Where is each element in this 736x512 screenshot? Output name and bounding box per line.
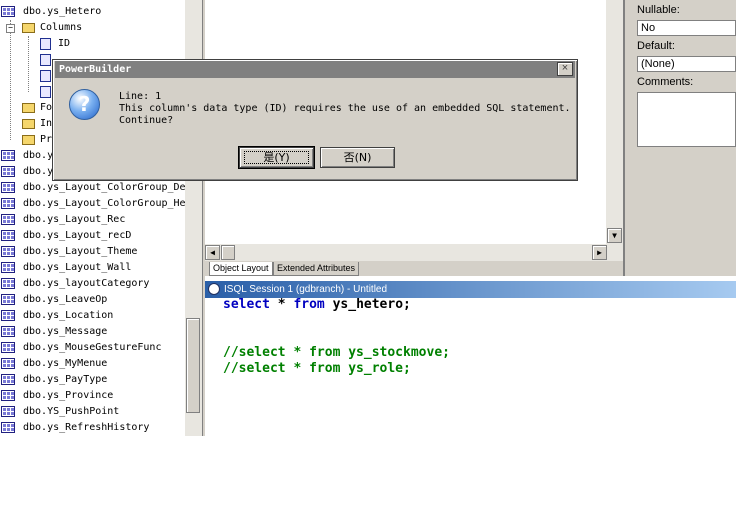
sql-keyword: select bbox=[223, 297, 270, 312]
table-icon bbox=[1, 358, 15, 369]
comments-label: Comments: bbox=[637, 76, 694, 88]
folder-icon bbox=[22, 23, 35, 33]
scroll-down-arrow-icon[interactable]: ▼ bbox=[607, 228, 622, 243]
layout-horizontal-scrollbar[interactable]: ◀ ▶ bbox=[205, 244, 623, 261]
default-select[interactable]: (None) bbox=[637, 56, 736, 72]
tree-item-label: Pr bbox=[40, 134, 53, 145]
nullable-select[interactable]: No bbox=[637, 20, 736, 36]
folder-icon bbox=[22, 119, 35, 129]
column-icon bbox=[40, 86, 51, 98]
tree-item-label: dbo.ys_Layout_ColorGroup_De bbox=[23, 182, 185, 193]
nullable-label: Nullable: bbox=[637, 4, 680, 16]
scroll-right-arrow-icon[interactable]: ▶ bbox=[592, 245, 607, 260]
sql-line: //select * from ys_role; bbox=[223, 361, 411, 376]
tree-connector bbox=[28, 36, 29, 92]
tree-item-label: dbo.y bbox=[23, 166, 54, 177]
sql-comment: //select * from ys_role; bbox=[223, 361, 411, 376]
tree-item-label: dbo.ys_PayType bbox=[23, 374, 108, 385]
no-button-label: 否(N) bbox=[343, 151, 372, 164]
tree-item-label: dbo.ys_Layout_Theme bbox=[23, 246, 138, 257]
tree-item-label: dbo.ys_Location bbox=[23, 310, 114, 321]
isql-session-icon bbox=[208, 283, 220, 295]
table-icon bbox=[1, 166, 15, 177]
tree-connector bbox=[10, 20, 11, 140]
dialog-message-line2: This column's data type (ID) requires th… bbox=[119, 103, 571, 114]
table-icon bbox=[1, 6, 15, 17]
layout-vertical-scrollbar[interactable]: ▼ bbox=[606, 0, 623, 244]
table-icon bbox=[1, 262, 15, 273]
column-icon bbox=[40, 70, 51, 82]
dialog-message-line3: Continue? bbox=[119, 115, 174, 126]
tree-item-label: dbo.ys_Message bbox=[23, 326, 108, 337]
table-icon bbox=[1, 390, 15, 401]
table-icon bbox=[1, 406, 15, 417]
horizontal-scroll-thumb[interactable] bbox=[221, 245, 235, 260]
table-icon bbox=[1, 150, 15, 161]
table-icon bbox=[1, 422, 15, 433]
no-button[interactable]: 否(N) bbox=[320, 147, 395, 168]
tree-item-label: dbo.ys_RefreshHistory bbox=[23, 422, 150, 433]
question-icon: ? bbox=[69, 89, 100, 120]
sql-comment: //select * from ys_stockmove; bbox=[223, 345, 450, 360]
dialog-title-bar[interactable] bbox=[55, 61, 575, 78]
tab-extended-attributes[interactable]: Extended Attributes bbox=[273, 262, 360, 276]
tree-item-label: ID bbox=[58, 38, 71, 49]
dialog-message-line1: Line: 1 bbox=[119, 91, 162, 102]
tree-item-label: Fo bbox=[40, 102, 53, 113]
sql-line: //select * from ys_stockmove; bbox=[223, 345, 450, 360]
folder-icon bbox=[22, 135, 35, 145]
comments-textarea[interactable] bbox=[637, 92, 736, 147]
table-icon bbox=[1, 294, 15, 305]
table-icon bbox=[1, 198, 15, 209]
tree-item-label: dbo.ys_layoutCategory bbox=[23, 278, 150, 289]
tree-item-label: In bbox=[40, 118, 53, 129]
dialog-title: PowerBuilder bbox=[59, 64, 132, 75]
table-icon bbox=[1, 342, 15, 353]
scroll-left-arrow-icon[interactable]: ◀ bbox=[205, 245, 220, 260]
tab-object-layout[interactable]: Object Layout bbox=[209, 262, 273, 276]
sql-line: select * from ys_hetero; bbox=[223, 297, 411, 312]
sql-text: ys_hetero; bbox=[324, 297, 411, 312]
tree-item-label: dbo.ys_MyMenue bbox=[23, 358, 108, 369]
isql-title: ISQL Session 1 (gdbranch) - Untitled bbox=[224, 284, 388, 295]
table-icon bbox=[1, 326, 15, 337]
tree-item-label: Columns bbox=[40, 22, 83, 33]
tree-item-label: dbo.ys_Layout_recD bbox=[23, 230, 132, 241]
tree-item-label: dbo.ys_Layout_Rec bbox=[23, 214, 126, 225]
yes-button[interactable]: 是(Y) bbox=[238, 146, 315, 169]
table-icon bbox=[1, 310, 15, 321]
collapse-toggle-icon[interactable]: − bbox=[6, 24, 15, 33]
column-icon bbox=[40, 38, 51, 50]
table-icon bbox=[1, 230, 15, 241]
default-label: Default: bbox=[637, 40, 675, 52]
table-icon bbox=[1, 182, 15, 193]
table-icon bbox=[1, 278, 15, 289]
sql-text: * bbox=[269, 297, 294, 312]
tree-item-label: dbo.ys_Province bbox=[23, 390, 114, 401]
sql-keyword: from bbox=[293, 297, 325, 312]
tree-scrollbar-thumb[interactable] bbox=[186, 318, 200, 413]
tree-item-label: dbo.ys_LeaveOp bbox=[23, 294, 108, 305]
table-icon bbox=[1, 374, 15, 385]
column-icon bbox=[40, 54, 51, 66]
tree-item-label: dbo.ys_Layout_Wall bbox=[23, 262, 132, 273]
tree-item-label: dbo.ys_Hetero bbox=[23, 6, 102, 17]
close-icon[interactable]: × bbox=[557, 62, 573, 76]
tree-item-label: dbo.ys_Layout_ColorGroup_He bbox=[23, 198, 185, 209]
table-icon bbox=[1, 214, 15, 225]
folder-icon bbox=[22, 103, 35, 113]
table-icon bbox=[1, 246, 15, 257]
tree-item-label: dbo.YS_PushPoint bbox=[23, 406, 120, 417]
tree-item-label: dbo.ys_MouseGestureFunc bbox=[23, 342, 162, 353]
